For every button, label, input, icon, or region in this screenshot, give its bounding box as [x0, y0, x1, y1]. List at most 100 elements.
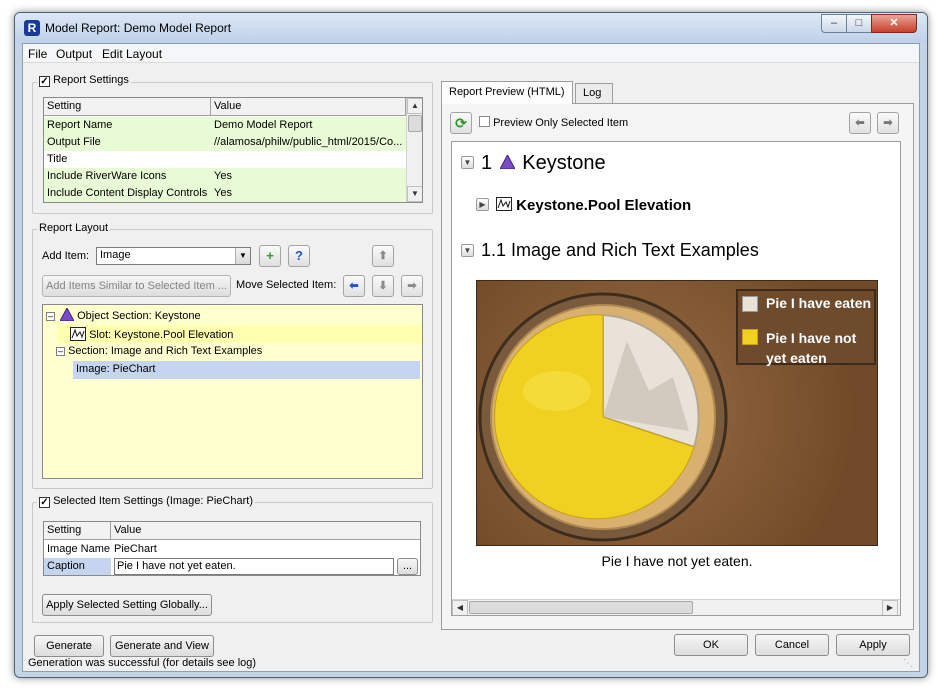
maximize-button[interactable]: □: [846, 14, 872, 33]
table-row[interactable]: Output File //alamosa/philw/public_html/…: [44, 134, 406, 151]
resize-grip-icon[interactable]: ⋱: [903, 657, 917, 671]
collapse-section-icon[interactable]: ▼: [461, 244, 474, 257]
slot-heading: Keystone.Pool Elevation: [496, 197, 691, 214]
scroll-thumb[interactable]: [469, 601, 693, 614]
setting-cell: Title: [47, 153, 68, 165]
generate-button[interactable]: Generate: [34, 635, 104, 657]
selected-item-settings-checkbox[interactable]: ✓: [39, 497, 50, 508]
report-layout-tree: – Object Section: Keystone Slot: Keyston…: [42, 304, 423, 479]
generate-and-view-button[interactable]: Generate and View: [110, 635, 214, 657]
report-settings-scrollbar[interactable]: ▲ ▼: [406, 98, 422, 202]
add-item-value: Image: [100, 249, 131, 261]
legend-label-eaten: Pie I have eaten: [766, 295, 872, 311]
status-text: Generation was successful (for details s…: [28, 657, 257, 669]
scroll-up-icon[interactable]: ▲: [407, 98, 422, 114]
value-cell[interactable]: //alamosa/philw/public_html/2015/Co...: [211, 134, 406, 151]
report-settings-checkbox[interactable]: ✓: [39, 76, 50, 87]
apply-button[interactable]: Apply: [836, 634, 910, 656]
tree-node-section[interactable]: – Section: Image and Rich Text Examples: [53, 343, 422, 361]
apply-setting-globally-button[interactable]: Apply Selected Setting Globally...: [42, 594, 212, 616]
pie-chart-image: Pie I have eaten Pie I have not yet eate…: [476, 280, 878, 546]
preview-only-label: Preview Only Selected Item: [493, 117, 629, 129]
scroll-right-icon[interactable]: ▶: [882, 600, 898, 615]
help-icon: ?: [295, 248, 303, 263]
value-cell[interactable]: Yes: [211, 168, 406, 185]
refresh-icon: ⟳: [455, 115, 467, 131]
ok-button[interactable]: OK: [674, 634, 748, 656]
column-header-setting[interactable]: Setting: [44, 522, 111, 540]
preview-back-button[interactable]: ⬅: [849, 112, 871, 134]
setting-cell: Image Name: [47, 543, 110, 555]
move-left-button[interactable]: ⬅: [343, 275, 365, 297]
table-row[interactable]: Image Name PieChart: [44, 541, 420, 558]
minimize-button[interactable]: –: [821, 14, 847, 33]
heading-1-text: Keystone: [522, 152, 606, 174]
value-cell[interactable]: PieChart: [111, 541, 411, 558]
scroll-thumb[interactable]: [408, 115, 422, 132]
refresh-button[interactable]: ⟳: [450, 112, 472, 134]
report-settings-table: Setting Value Report Name Demo Model Rep…: [43, 97, 423, 203]
table-row[interactable]: Include Content Display Controls Yes: [44, 185, 406, 202]
table-row[interactable]: Include RiverWare Icons Yes: [44, 168, 406, 185]
expand-slot-icon[interactable]: ▶: [476, 198, 489, 211]
table-row-selected[interactable]: Caption Pie I have not yet eaten. ...: [44, 558, 420, 575]
add-item-select[interactable]: Image ▼: [96, 247, 251, 265]
arrow-right-icon: ➡: [407, 280, 417, 292]
report-settings-title: Report Settings: [53, 74, 129, 86]
add-item-label: Add Item:: [42, 250, 90, 262]
menu-file[interactable]: File: [28, 47, 47, 61]
keystone-reservoir-icon: [498, 153, 516, 170]
preview-forward-button[interactable]: ➡: [877, 112, 899, 134]
arrow-left-icon: ⬅: [855, 117, 865, 129]
move-selected-label: Move Selected Item:: [236, 279, 337, 291]
collapse-section-icon[interactable]: ▼: [461, 156, 474, 169]
legend-label-not-eaten: Pie I have not yet eaten: [766, 330, 857, 366]
move-up-button[interactable]: ⬆: [372, 245, 394, 267]
caption-browse-button[interactable]: ...: [397, 558, 418, 575]
heading-1: 1 Keystone: [481, 152, 606, 175]
legend-swatch-not-eaten: [742, 329, 758, 345]
cancel-button[interactable]: Cancel: [755, 634, 829, 656]
caption-input[interactable]: Pie I have not yet eaten.: [114, 558, 394, 575]
menu-edit-layout[interactable]: Edit Layout: [102, 47, 162, 61]
arrow-up-icon: ⬆: [378, 250, 388, 262]
tree-node-slot[interactable]: Slot: Keystone.Pool Elevation: [57, 325, 422, 343]
add-item-button[interactable]: +: [259, 245, 281, 267]
tree-node-image-selected[interactable]: Image: PieChart: [73, 361, 420, 379]
help-button[interactable]: ?: [288, 245, 310, 267]
close-button[interactable]: ✕: [871, 14, 917, 33]
scroll-left-icon[interactable]: ◀: [452, 600, 468, 615]
main-window: R Model Report: Demo Model Report – □ ✕ …: [14, 12, 928, 678]
setting-cell: Caption: [44, 558, 111, 575]
value-cell[interactable]: Demo Model Report: [211, 117, 406, 134]
move-right-button[interactable]: ➡: [401, 275, 423, 297]
legend-swatch-eaten: [742, 296, 758, 312]
collapse-toggle-icon[interactable]: –: [56, 347, 65, 356]
column-header-setting[interactable]: Setting: [44, 98, 211, 116]
report-preview-pane[interactable]: ▼ 1 Keystone ▶ Keystone.Pool Elevation ▼…: [451, 141, 901, 616]
move-down-button[interactable]: ⬇: [372, 275, 394, 297]
window-title: Model Report: Demo Model Report: [45, 21, 232, 35]
add-similar-items-button[interactable]: Add Items Similar to Selected Item ...: [42, 275, 231, 297]
scroll-down-icon[interactable]: ▼: [407, 186, 422, 202]
collapse-toggle-icon[interactable]: –: [46, 312, 55, 321]
chevron-down-icon[interactable]: ▼: [235, 248, 250, 264]
preview-only-checkbox[interactable]: [479, 116, 490, 127]
setting-cell: Report Name: [47, 119, 113, 131]
preview-only-selected[interactable]: Preview Only Selected Item: [479, 116, 628, 129]
tree-node-label: Section: Image and Rich Text Examples: [68, 345, 263, 357]
tree-node-label: Image: PieChart: [76, 363, 156, 375]
tab-log[interactable]: Log: [575, 83, 613, 103]
title-bar[interactable]: R Model Report: Demo Model Report – □ ✕: [15, 13, 927, 43]
value-cell[interactable]: [211, 151, 406, 168]
tab-report-preview[interactable]: Report Preview (HTML): [441, 81, 573, 104]
column-header-value[interactable]: Value: [111, 522, 420, 540]
tree-node-object-section[interactable]: – Object Section: Keystone: [43, 306, 422, 324]
column-header-value[interactable]: Value: [211, 98, 406, 116]
riverware-app-icon: R: [24, 20, 40, 36]
value-cell[interactable]: Yes: [211, 185, 406, 202]
menu-output[interactable]: Output: [56, 47, 92, 61]
table-row[interactable]: Title: [44, 151, 406, 168]
table-row[interactable]: Report Name Demo Model Report: [44, 117, 406, 134]
preview-horizontal-scrollbar[interactable]: ◀ ▶: [452, 599, 900, 615]
